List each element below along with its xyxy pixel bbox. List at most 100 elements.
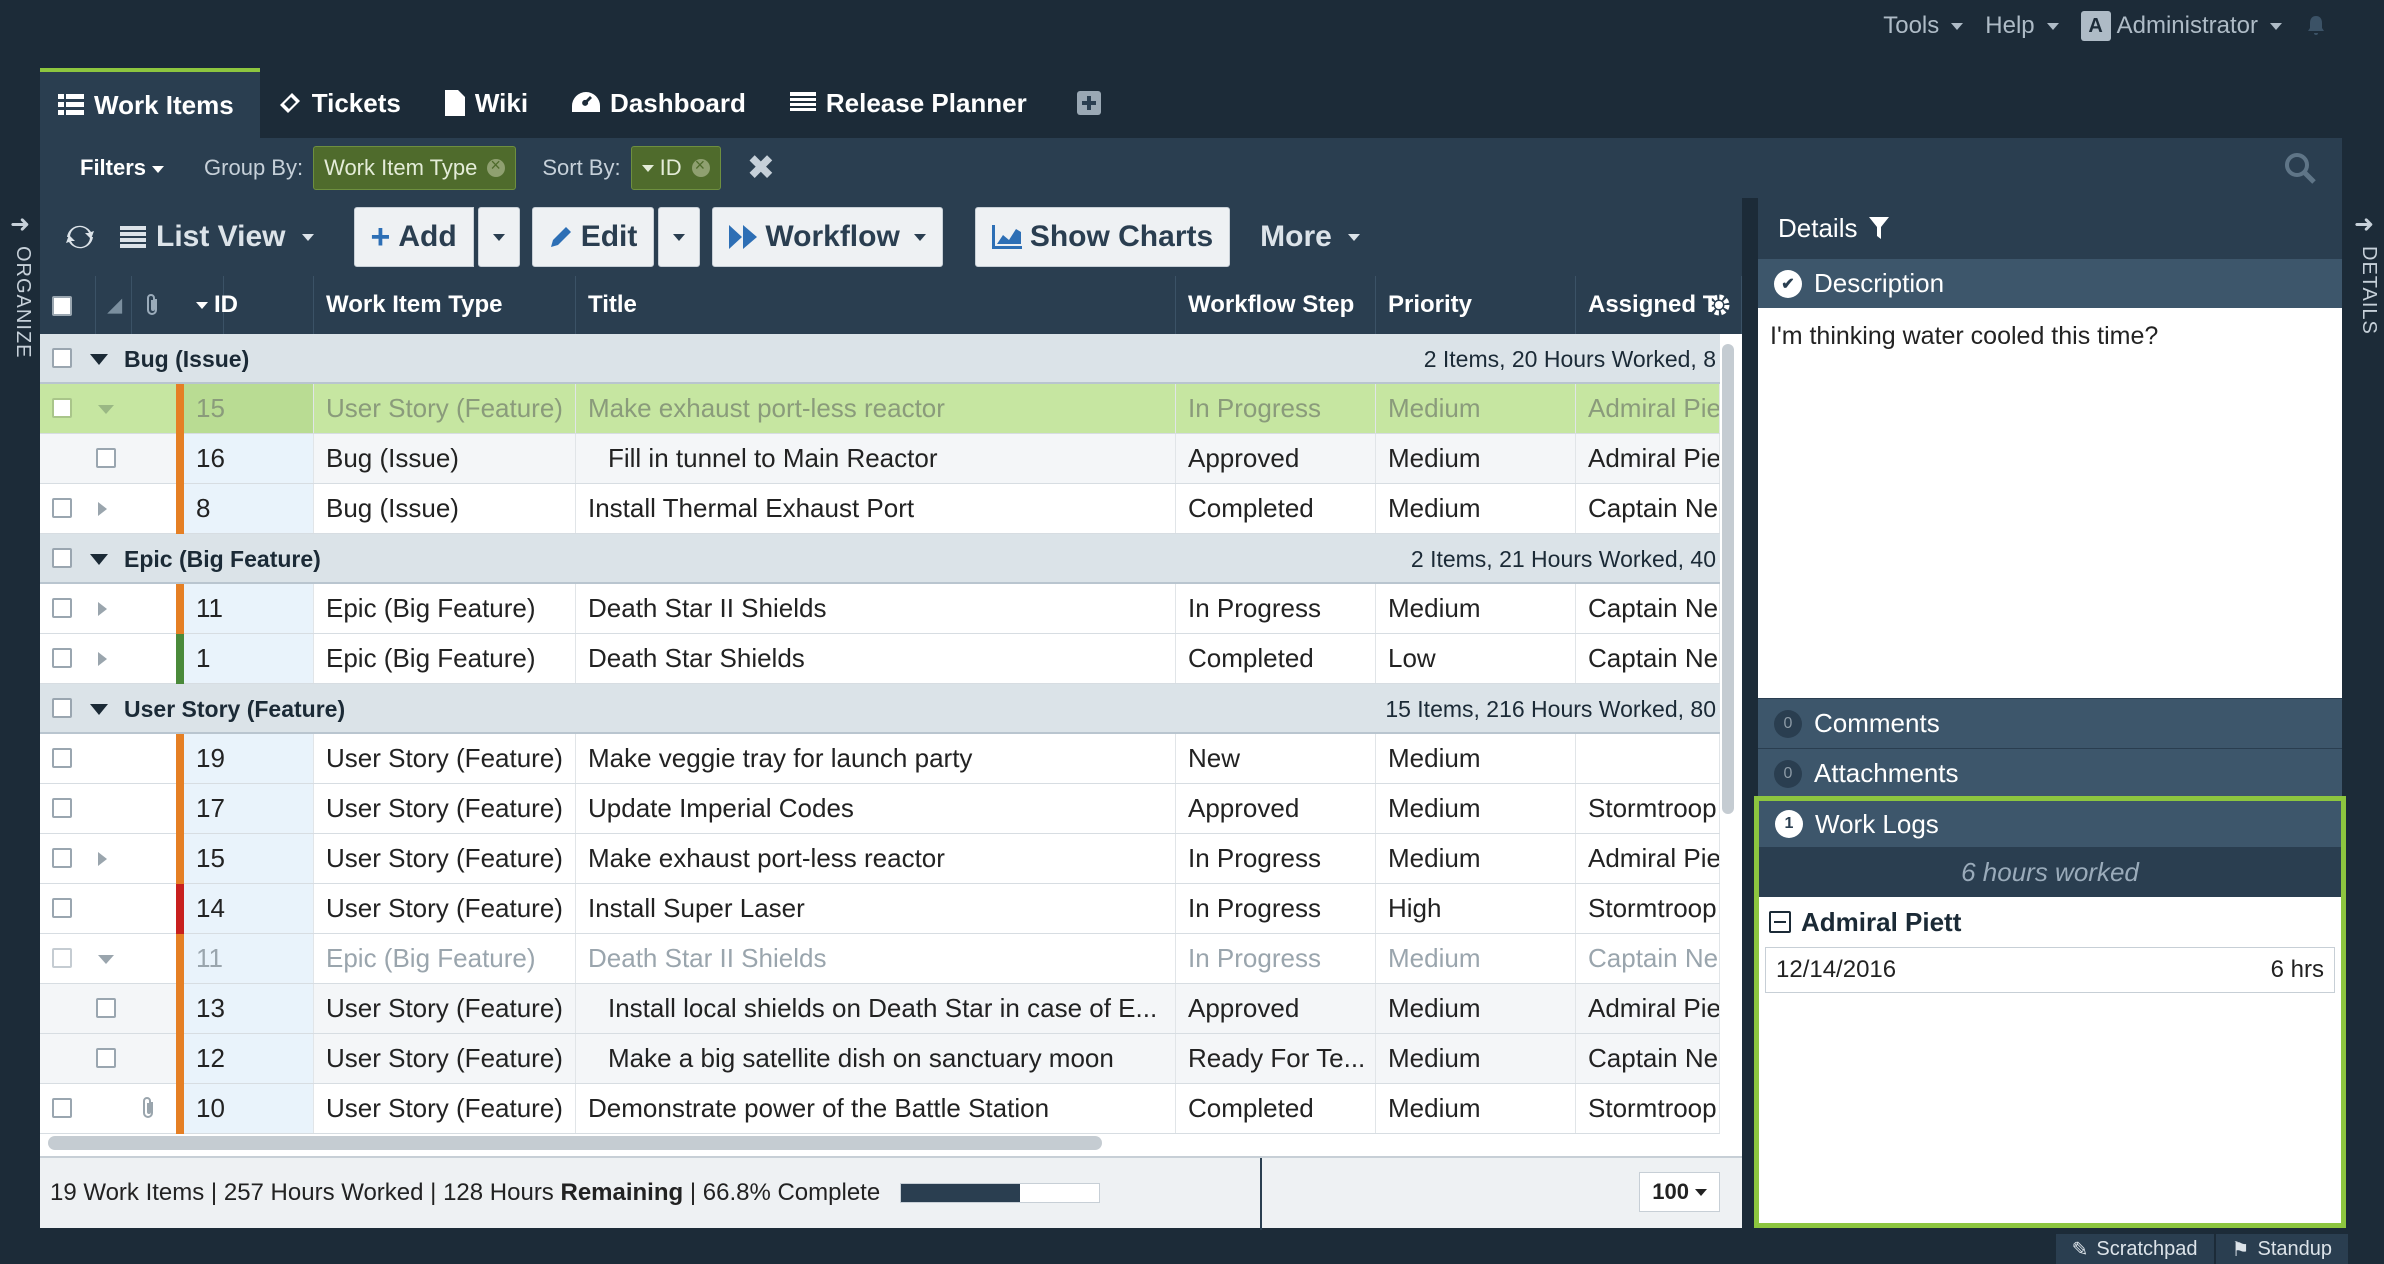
work-logs-section[interactable]: 1 Work Logs [1759, 801, 2341, 847]
assigned-cell: Captain Ne [1576, 1034, 1720, 1083]
row-checkbox[interactable] [52, 798, 72, 818]
table-row[interactable]: 16 Bug (Issue) Fill in tunnel to Main Re… [40, 434, 1720, 484]
col-type[interactable]: Work Item Type [314, 276, 576, 334]
add-menu-button[interactable] [477, 207, 520, 267]
group-row[interactable]: Bug (Issue) 2 Items, 20 Hours Worked, 8 [40, 334, 1720, 384]
col-title[interactable]: Title [576, 276, 1176, 334]
tab-dashboard[interactable]: Dashboard [554, 68, 772, 138]
show-charts-button[interactable]: Show Charts [974, 207, 1231, 267]
refresh-icon[interactable] [66, 223, 94, 251]
table-row[interactable]: 11 Epic (Big Feature) Death Star II Shie… [40, 584, 1720, 634]
table-row[interactable]: 15 User Story (Feature) Make exhaust por… [40, 834, 1720, 884]
assigned-cell: Admiral Pie [1576, 984, 1720, 1033]
page-size-select[interactable]: 100 [1639, 1172, 1720, 1212]
row-checkbox[interactable] [52, 948, 72, 968]
expand-icon[interactable] [98, 955, 114, 964]
tab-release-planner[interactable]: Release Planner [772, 68, 1053, 138]
collapse-icon[interactable] [90, 554, 108, 565]
work-log-entry[interactable]: 12/14/2016 6 hrs [1765, 947, 2335, 993]
row-checkbox[interactable] [96, 1048, 116, 1068]
details-panel: Details ✔ Description I'm thinking water… [1754, 198, 2346, 1228]
caret-down-icon [2270, 22, 2282, 30]
expand-icon[interactable] [98, 502, 107, 516]
row-checkbox[interactable] [52, 398, 72, 418]
horizontal-scrollbar[interactable] [48, 1136, 1102, 1150]
tools-menu[interactable]: Tools [1883, 12, 1964, 40]
description-section[interactable]: ✔ Description [1758, 258, 2342, 308]
col-priority[interactable]: Priority [1376, 276, 1576, 334]
row-checkbox[interactable] [52, 598, 72, 618]
table-row[interactable]: 1 Epic (Big Feature) Death Star Shields … [40, 634, 1720, 684]
table-row[interactable]: 19 User Story (Feature) Make veggie tray… [40, 734, 1720, 784]
table-row[interactable]: 8 Bug (Issue) Install Thermal Exhaust Po… [40, 484, 1720, 534]
collapse-icon[interactable] [90, 704, 108, 715]
col-id[interactable]: ID [184, 276, 314, 334]
details-side-tab[interactable]: ➜ DETAILS [2346, 210, 2382, 360]
comments-section[interactable]: 0 Comments [1758, 698, 2342, 748]
group-by-chip[interactable]: Work Item Type [313, 146, 517, 190]
remove-chip-icon[interactable] [691, 155, 710, 177]
clear-filters-icon[interactable]: ✖ [747, 148, 776, 188]
edit-menu-button[interactable] [658, 207, 701, 267]
bell-icon[interactable] [2304, 14, 2328, 38]
group-row[interactable]: Epic (Big Feature) 2 Items, 21 Hours Wor… [40, 534, 1720, 584]
user-menu[interactable]: A Administrator [2080, 11, 2282, 41]
work-log-user[interactable]: Admiral Piett [1759, 897, 2341, 947]
description-text[interactable]: I'm thinking water cooled this time? [1758, 308, 2342, 698]
help-menu[interactable]: Help [1985, 12, 2059, 40]
sort-by-chip[interactable]: ID [630, 146, 721, 190]
filters-dropdown[interactable]: Filters [80, 155, 165, 181]
tab-tickets[interactable]: Tickets [260, 68, 427, 138]
row-checkbox[interactable] [96, 448, 116, 468]
expand-icon[interactable] [98, 852, 107, 866]
remove-chip-icon[interactable] [487, 155, 506, 177]
row-checkbox[interactable] [96, 998, 116, 1018]
col-workflow-step[interactable]: Workflow Step [1176, 276, 1376, 334]
tab-work-items[interactable]: Work Items [40, 68, 260, 138]
row-checkbox[interactable] [52, 498, 72, 518]
edit-button[interactable]: Edit [531, 207, 655, 267]
tab-wiki[interactable]: Wiki [427, 68, 554, 138]
scratchpad-button[interactable]: ✎ Scratchpad [2053, 1234, 2214, 1264]
row-checkbox[interactable] [52, 548, 72, 568]
expand-icon[interactable] [98, 652, 107, 666]
table-row[interactable]: 10 User Story (Feature) Demonstrate powe… [40, 1084, 1720, 1134]
expand-icon[interactable] [98, 602, 107, 616]
row-checkbox[interactable] [52, 348, 72, 368]
row-checkbox[interactable] [52, 748, 72, 768]
row-checkbox[interactable] [52, 1098, 72, 1118]
organize-side-tab[interactable]: ➜ ORGANIZE [0, 210, 36, 360]
attachments-section[interactable]: 0 Attachments [1758, 748, 2342, 798]
collapse-icon[interactable] [1769, 911, 1791, 933]
add-button[interactable]: + Add [353, 207, 474, 267]
group-summary: 2 Items, 21 Hours Worked, 40 [1410, 546, 1716, 572]
group-summary: 15 Items, 216 Hours Worked, 80 [1385, 696, 1716, 722]
table-row[interactable]: 13 User Story (Feature) Install local sh… [40, 984, 1720, 1034]
assigned-cell: Captain Ne [1576, 584, 1720, 633]
row-checkbox[interactable] [52, 648, 72, 668]
table-row[interactable]: 12 User Story (Feature) Make a big satel… [40, 1034, 1720, 1084]
add-tab-icon[interactable] [1076, 91, 1101, 115]
vertical-scrollbar[interactable] [1722, 344, 1734, 814]
row-checkbox[interactable] [52, 898, 72, 918]
select-all-checkbox[interactable] [52, 296, 72, 316]
group-row[interactable]: User Story (Feature) 15 Items, 216 Hours… [40, 684, 1720, 734]
row-checkbox[interactable] [52, 698, 72, 718]
search-icon[interactable] [2284, 152, 2316, 184]
paperclip-icon[interactable] [140, 1097, 156, 1119]
standup-button[interactable]: ⚑ Standup [2213, 1234, 2348, 1264]
table-row[interactable]: 17 User Story (Feature) Update Imperial … [40, 784, 1720, 834]
collapse-icon[interactable] [90, 354, 108, 365]
expand-all-icon[interactable]: ◢ [108, 295, 122, 316]
gear-icon[interactable] [1706, 292, 1732, 318]
list-view-dropdown[interactable]: List View [120, 220, 314, 254]
id-cell: 12 [184, 1034, 314, 1083]
filter-icon[interactable] [1869, 217, 1890, 239]
table-row[interactable]: 14 User Story (Feature) Install Super La… [40, 884, 1720, 934]
expand-icon[interactable] [98, 405, 114, 414]
table-row[interactable]: 11 Epic (Big Feature) Death Star II Shie… [40, 934, 1720, 984]
table-row[interactable]: 15 User Story (Feature) Make exhaust por… [40, 384, 1720, 434]
row-checkbox[interactable] [52, 848, 72, 868]
more-dropdown[interactable]: More [1260, 220, 1360, 254]
workflow-button[interactable]: Workflow [712, 207, 943, 267]
